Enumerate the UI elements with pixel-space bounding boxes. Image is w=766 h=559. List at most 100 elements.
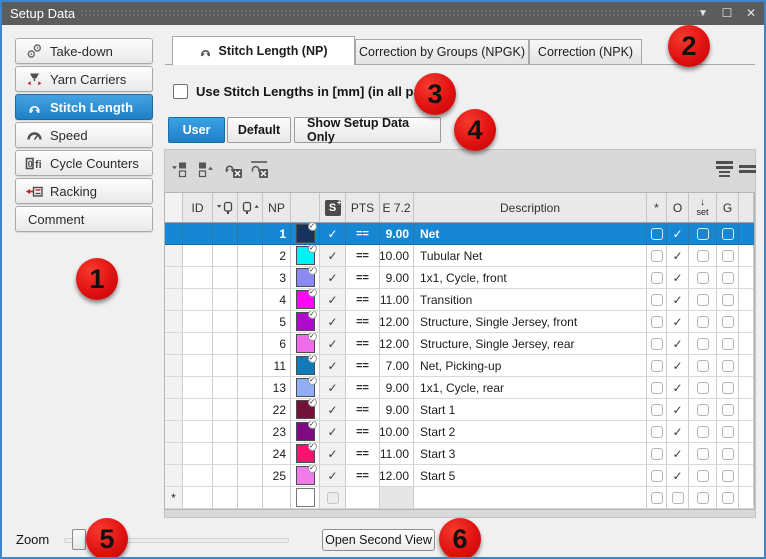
s-cell[interactable]: ✓	[320, 267, 346, 289]
star-cell[interactable]	[647, 267, 667, 289]
color-cell[interactable]: ✓	[291, 245, 320, 267]
set-checkbox[interactable]	[697, 382, 709, 394]
description-cell[interactable]: Start 3	[414, 443, 647, 465]
description-cell[interactable]: Structure, Single Jersey, rear	[414, 333, 647, 355]
description-cell[interactable]	[414, 487, 647, 509]
titlebar[interactable]: Setup Data ▼ ☐ ✕	[2, 2, 764, 25]
col-id[interactable]: ID	[183, 193, 213, 223]
col-set[interactable]: ↓set	[689, 193, 717, 223]
needle-up-cell[interactable]	[238, 223, 263, 245]
id-cell[interactable]	[183, 245, 213, 267]
id-cell[interactable]	[183, 399, 213, 421]
sidebar-item-stitch-length[interactable]: Stitch Length	[15, 94, 153, 120]
g-cell[interactable]	[717, 443, 739, 465]
setup-s-icon[interactable]: S+	[320, 193, 346, 223]
table-row[interactable]: 13✓✓==9.001x1, Cycle, rear✓	[165, 377, 754, 399]
col-color[interactable]	[291, 193, 320, 223]
set-checkbox[interactable]	[697, 492, 709, 504]
sidebar-item-cycle-counters[interactable]: 0fiCycle Counters	[15, 150, 153, 176]
g-checkbox[interactable]	[722, 228, 734, 240]
star-checkbox[interactable]	[651, 316, 663, 328]
color-swatch[interactable]: ✓	[296, 466, 315, 485]
star-cell[interactable]	[647, 245, 667, 267]
color-swatch[interactable]: ✓	[296, 246, 315, 265]
star-cell[interactable]	[647, 355, 667, 377]
np-cell[interactable]: 25	[263, 465, 291, 487]
s-cell[interactable]: ✓	[320, 311, 346, 333]
needle-down-cell[interactable]	[213, 487, 238, 509]
table-row[interactable]: 22✓✓==9.00Start 1✓	[165, 399, 754, 421]
id-cell[interactable]	[183, 355, 213, 377]
id-cell[interactable]	[183, 267, 213, 289]
table-row[interactable]: 11✓✓==7.00Net, Picking-up✓	[165, 355, 754, 377]
col-description[interactable]: Description	[414, 193, 647, 223]
table-row[interactable]: 2✓✓==10.00Tubular Net✓	[165, 245, 754, 267]
sidebar-item-take-down[interactable]: Take-down	[15, 38, 153, 64]
s-cell[interactable]: ✓	[320, 421, 346, 443]
maximize-icon[interactable]: ☐	[720, 2, 734, 25]
s-cell[interactable]: ✓	[320, 465, 346, 487]
pts-cell[interactable]: ==	[346, 333, 380, 355]
pts-cell[interactable]: ==	[346, 421, 380, 443]
star-checkbox[interactable]	[651, 470, 663, 482]
star-checkbox[interactable]	[651, 250, 663, 262]
needle-down-cell[interactable]	[213, 333, 238, 355]
table-row[interactable]: 6✓✓==12.00Structure, Single Jersey, rear…	[165, 333, 754, 355]
set-checkbox[interactable]	[697, 316, 709, 328]
e-cell[interactable]: 11.00	[380, 289, 414, 311]
o-cell[interactable]: ✓	[667, 311, 689, 333]
color-cell[interactable]: ✓	[291, 267, 320, 289]
color-swatch[interactable]: ✓	[296, 268, 315, 287]
id-cell[interactable]	[183, 377, 213, 399]
col-e[interactable]: E 7.2	[380, 193, 414, 223]
np-cell[interactable]: 24	[263, 443, 291, 465]
color-swatch[interactable]: ✓	[296, 334, 315, 353]
col-g[interactable]: G	[717, 193, 739, 223]
e-cell[interactable]: 7.00	[380, 355, 414, 377]
s-cell[interactable]	[320, 487, 346, 509]
zoom-slider-handle[interactable]	[72, 529, 86, 550]
add-row-after-icon[interactable]	[194, 159, 216, 179]
g-checkbox[interactable]	[722, 294, 734, 306]
needle-up-cell[interactable]	[238, 311, 263, 333]
color-swatch[interactable]: ✓	[296, 312, 315, 331]
color-cell[interactable]: ✓	[291, 311, 320, 333]
set-checkbox[interactable]	[697, 250, 709, 262]
table-row[interactable]: 5✓✓==12.00Structure, Single Jersey, fron…	[165, 311, 754, 333]
description-cell[interactable]: Start 1	[414, 399, 647, 421]
description-cell[interactable]: Structure, Single Jersey, front	[414, 311, 647, 333]
g-checkbox[interactable]	[722, 492, 734, 504]
s-cell[interactable]: ✓	[320, 245, 346, 267]
np-cell[interactable]: 4	[263, 289, 291, 311]
needle-up-cell[interactable]	[238, 465, 263, 487]
o-cell[interactable]: ✓	[667, 267, 689, 289]
color-swatch[interactable]: ✓	[296, 422, 315, 441]
needle-up-cell[interactable]	[238, 399, 263, 421]
needle-down-cell[interactable]	[213, 245, 238, 267]
e-cell[interactable]: 12.00	[380, 333, 414, 355]
color-swatch[interactable]: ✓	[296, 290, 315, 309]
color-cell[interactable]: ✓	[291, 223, 320, 245]
g-checkbox[interactable]	[722, 338, 734, 350]
star-checkbox[interactable]	[651, 294, 663, 306]
g-cell[interactable]	[717, 487, 739, 509]
g-checkbox[interactable]	[722, 404, 734, 416]
needle-up-cell[interactable]	[238, 443, 263, 465]
o-cell[interactable]: ✓	[667, 289, 689, 311]
set-checkbox[interactable]	[697, 272, 709, 284]
star-cell[interactable]	[647, 377, 667, 399]
set-checkbox[interactable]	[697, 470, 709, 482]
description-cell[interactable]: Tubular Net	[414, 245, 647, 267]
needle-down-cell[interactable]	[213, 289, 238, 311]
star-checkbox[interactable]	[651, 338, 663, 350]
close-icon[interactable]: ✕	[744, 2, 758, 25]
g-cell[interactable]	[717, 245, 739, 267]
needle-down-cell[interactable]	[213, 377, 238, 399]
set-cell[interactable]	[689, 267, 717, 289]
needle-down-cell[interactable]	[213, 311, 238, 333]
color-cell[interactable]: ✓	[291, 355, 320, 377]
color-swatch[interactable]	[296, 488, 315, 507]
set-cell[interactable]	[689, 333, 717, 355]
e-cell[interactable]: 9.00	[380, 267, 414, 289]
np-cell[interactable]: 22	[263, 399, 291, 421]
